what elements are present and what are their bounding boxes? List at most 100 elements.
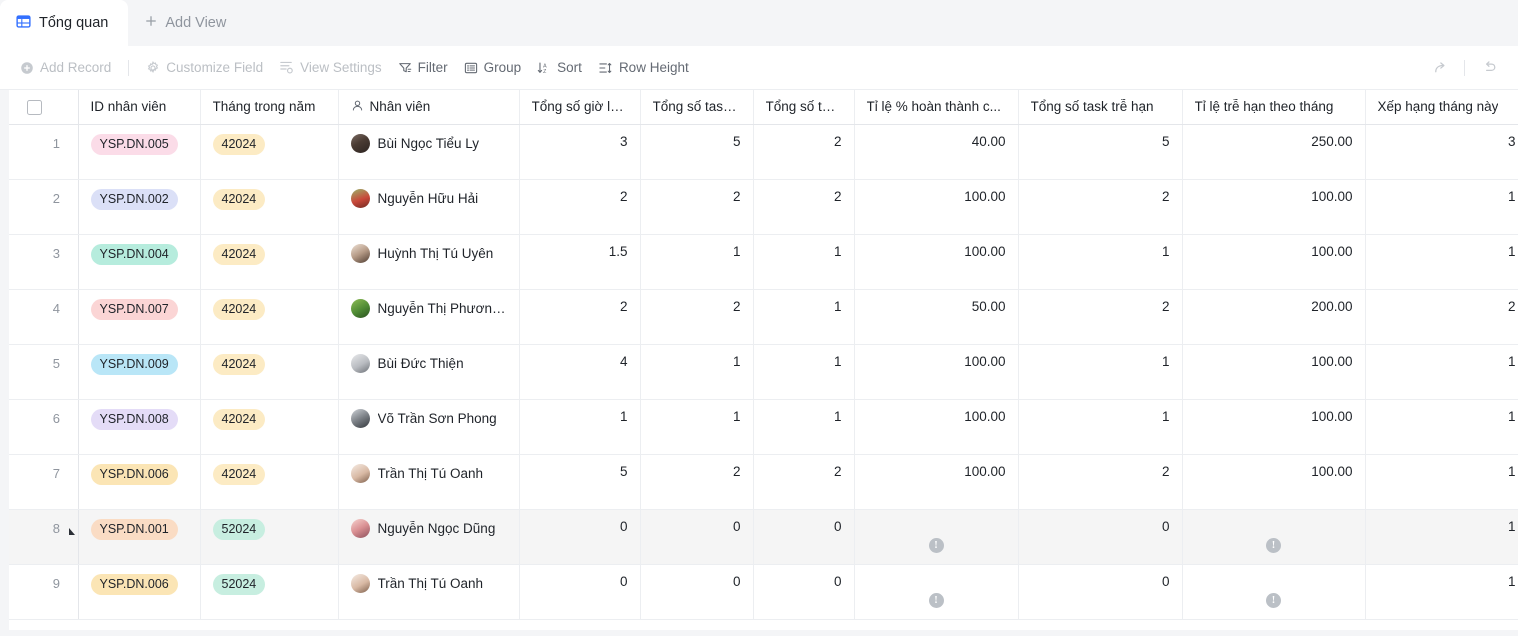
cell-late-tasks[interactable]: 2 [1018, 454, 1183, 510]
tab-add-view[interactable]: Add View [128, 0, 242, 46]
row-number-cell[interactable]: 2 [0, 179, 68, 235]
cell-month[interactable]: 42024 [200, 289, 339, 345]
row-number-cell[interactable]: 8 [0, 509, 68, 565]
cell-late-tasks[interactable]: 1 [1018, 399, 1183, 455]
cell-employee[interactable]: Trần Thị Tú Oanh [338, 454, 520, 510]
cell-total-tasks-2[interactable]: 1 [753, 399, 855, 455]
cell-employee-id[interactable]: YSP.DN.008 [78, 399, 201, 455]
row-number-cell[interactable]: 5 [0, 344, 68, 400]
cell-month[interactable]: 42024 [200, 399, 339, 455]
cell-total-tasks-2[interactable]: 0 [753, 509, 855, 565]
cell-total-tasks-2[interactable]: 1 [753, 234, 855, 290]
row-gutter-cell[interactable] [68, 509, 79, 565]
table-row[interactable]: 6 YSP.DN.008 42024 Võ Trần Sơn Phong 1 1 1 100.… [0, 399, 1518, 455]
column-header-total-tasks-2[interactable]: Tổng số tas... [753, 90, 855, 125]
table-row[interactable]: 8 YSP.DN.001 52024 Nguyễn Ngọc Dũng 0 0 0! 0! 1 [0, 509, 1518, 565]
column-header-rank[interactable]: Xếp hạng tháng này [1365, 90, 1518, 125]
cell-rank[interactable]: 1 [1365, 454, 1518, 510]
row-gutter-cell[interactable] [68, 344, 79, 400]
cell-total-hours[interactable]: 0 [519, 509, 641, 565]
cell-total-tasks-2[interactable]: 0 [753, 564, 855, 620]
table-row[interactable]: 1 YSP.DN.005 42024 Bùi Ngọc Tiểu Ly 3 5 2 40.00… [0, 124, 1518, 180]
customize-field-button[interactable]: Customize Field [138, 56, 271, 79]
column-header-month[interactable]: Tháng trong năm [200, 90, 339, 125]
cell-total-tasks[interactable]: 0 [640, 509, 754, 565]
column-header-completion-pct[interactable]: Tỉ lệ % hoàn thành c... [854, 90, 1019, 125]
row-number-cell[interactable]: 3 [0, 234, 68, 290]
cell-rank[interactable]: 1 [1365, 234, 1518, 290]
cell-completion-pct[interactable]: 100.00 [854, 344, 1019, 400]
cell-employee-id[interactable]: YSP.DN.004 [78, 234, 201, 290]
cell-total-hours[interactable]: 5 [519, 454, 641, 510]
table-row[interactable]: 4 YSP.DN.007 42024 Nguyễn Thị Phương ... 2 2 1… [0, 289, 1518, 345]
sort-button[interactable]: A Z Sort [529, 56, 590, 79]
cell-month[interactable]: 52024 [200, 509, 339, 565]
cell-total-tasks[interactable]: 5 [640, 124, 754, 180]
cell-total-hours[interactable]: 1.5 [519, 234, 641, 290]
row-height-button[interactable]: Row Height [590, 56, 697, 79]
cell-total-hours[interactable]: 2 [519, 289, 641, 345]
cell-employee[interactable]: Nguyễn Hữu Hải [338, 179, 520, 235]
cell-rank[interactable]: 1 [1365, 179, 1518, 235]
cell-employee[interactable]: Bùi Đức Thiện [338, 344, 520, 400]
cell-late-tasks[interactable]: 0 [1018, 509, 1183, 565]
select-all-header[interactable] [0, 90, 68, 125]
cell-late-ratio[interactable]: ! [1182, 509, 1366, 565]
cell-late-ratio[interactable]: 100.00 [1182, 344, 1366, 400]
row-number-cell[interactable]: 7 [0, 454, 68, 510]
table-row[interactable]: 5 YSP.DN.009 42024 Bùi Đức Thiện 4 1 1 100.00 1 1… [0, 344, 1518, 400]
cell-completion-pct[interactable]: 100.00 [854, 179, 1019, 235]
row-gutter-cell[interactable] [68, 179, 79, 235]
cell-completion-pct[interactable]: 100.00 [854, 234, 1019, 290]
cell-total-tasks[interactable]: 1 [640, 234, 754, 290]
cell-month[interactable]: 42024 [200, 179, 339, 235]
cell-rank[interactable]: 1 [1365, 564, 1518, 620]
cell-late-tasks[interactable]: 2 [1018, 179, 1183, 235]
table-row[interactable]: 9 YSP.DN.006 52024 Trần Thị Tú Oanh 0 0 0! 0! 1 [0, 564, 1518, 620]
share-icon[interactable] [1425, 53, 1455, 83]
row-gutter-cell[interactable] [68, 234, 79, 290]
row-expand-icon[interactable] [69, 528, 75, 535]
cell-completion-pct[interactable]: ! [854, 564, 1019, 620]
row-gutter-cell[interactable] [68, 454, 79, 510]
row-number-cell[interactable]: 4 [0, 289, 68, 345]
cell-employee[interactable]: Trần Thị Tú Oanh [338, 564, 520, 620]
row-gutter-cell[interactable] [68, 289, 79, 345]
group-button[interactable]: Group [456, 56, 530, 79]
cell-late-ratio[interactable]: 100.00 [1182, 179, 1366, 235]
cell-total-tasks-2[interactable]: 1 [753, 289, 855, 345]
cell-rank[interactable]: 1 [1365, 344, 1518, 400]
cell-total-hours[interactable]: 3 [519, 124, 641, 180]
cell-employee-id[interactable]: YSP.DN.005 [78, 124, 201, 180]
cell-month[interactable]: 42024 [200, 234, 339, 290]
cell-month[interactable]: 52024 [200, 564, 339, 620]
cell-employee-id[interactable]: YSP.DN.009 [78, 344, 201, 400]
cell-late-ratio[interactable]: 100.00 [1182, 234, 1366, 290]
cell-rank[interactable]: 1 [1365, 509, 1518, 565]
cell-month[interactable]: 42024 [200, 454, 339, 510]
cell-employee-id[interactable]: YSP.DN.006 [78, 454, 201, 510]
cell-rank[interactable]: 3 [1365, 124, 1518, 180]
cell-late-tasks[interactable]: 5 [1018, 124, 1183, 180]
column-header-late-tasks[interactable]: Tổng số task trễ hạn [1018, 90, 1183, 125]
cell-total-tasks-2[interactable]: 1 [753, 344, 855, 400]
cell-employee[interactable]: Huỳnh Thị Tú Uyên [338, 234, 520, 290]
column-header-total-hours[interactable]: Tổng số giờ là... [519, 90, 641, 125]
cell-completion-pct[interactable]: 50.00 [854, 289, 1019, 345]
cell-total-tasks-2[interactable]: 2 [753, 454, 855, 510]
cell-total-tasks[interactable]: 2 [640, 454, 754, 510]
cell-late-ratio[interactable]: 250.00 [1182, 124, 1366, 180]
table-row[interactable]: 3 YSP.DN.004 42024 Huỳnh Thị Tú Uyên 1.5 1 1 10… [0, 234, 1518, 290]
cell-late-ratio[interactable]: 100.00 [1182, 454, 1366, 510]
column-header-total-tasks[interactable]: Tổng số task ... [640, 90, 754, 125]
cell-employee[interactable]: Bùi Ngọc Tiểu Ly [338, 124, 520, 180]
cell-total-hours[interactable]: 2 [519, 179, 641, 235]
table-row[interactable]: 2 YSP.DN.002 42024 Nguyễn Hữu Hải 2 2 2 100.00 2… [0, 179, 1518, 235]
cell-total-tasks[interactable]: 2 [640, 289, 754, 345]
tab-tong-quan[interactable]: Tổng quan [0, 0, 129, 46]
row-gutter-cell[interactable] [68, 399, 79, 455]
cell-employee-id[interactable]: YSP.DN.002 [78, 179, 201, 235]
column-header-employee[interactable]: Nhân viên [338, 90, 520, 125]
cell-late-tasks[interactable]: 1 [1018, 344, 1183, 400]
column-header-id[interactable]: ID nhân viên [78, 90, 201, 125]
